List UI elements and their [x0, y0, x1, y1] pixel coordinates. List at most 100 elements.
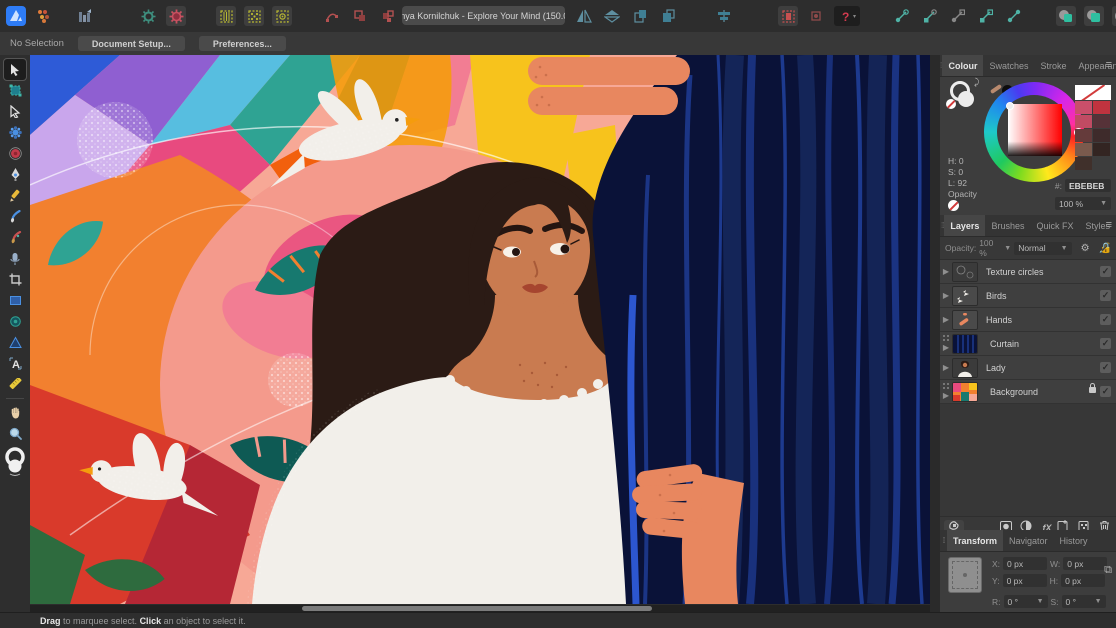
artistic-text-tool[interactable]: A [4, 353, 26, 374]
swatch[interactable] [1093, 101, 1110, 114]
layers-opacity-value[interactable]: 100 % [979, 238, 1001, 258]
snap-toggle-icon-1[interactable] [892, 6, 912, 26]
boolean-divide-icon[interactable] [1112, 6, 1116, 26]
measure-tool[interactable] [4, 374, 26, 395]
swatch[interactable] [1075, 143, 1092, 156]
expand-chevron-icon[interactable]: ▶ [940, 363, 952, 372]
pen-tool[interactable] [4, 164, 26, 185]
corner-tool[interactable] [4, 122, 26, 143]
x-input[interactable]: 0 px [1003, 557, 1047, 570]
expand-chevron-icon[interactable]: ▶ [940, 291, 952, 300]
alignment-icon[interactable] [714, 6, 734, 26]
layer-visibility-checkbox[interactable]: ✓ [1100, 362, 1111, 373]
y-input[interactable]: 0 px [1003, 574, 1047, 587]
snap-toggle-icon-2[interactable] [920, 6, 940, 26]
yellow-grid-icon-1[interactable] [216, 6, 236, 26]
insert-target-icon[interactable] [778, 6, 798, 26]
crop-tool[interactable] [4, 269, 26, 290]
help-icon[interactable]: ? [834, 6, 860, 26]
layer-visibility-checkbox[interactable]: ✓ [1100, 266, 1111, 277]
saturation-square[interactable] [1008, 104, 1062, 156]
tab-navigator[interactable]: Navigator [1003, 530, 1054, 551]
vector-brush-tool[interactable] [4, 206, 26, 227]
rectangle-tool[interactable] [4, 290, 26, 311]
colour-chooser-icon[interactable] [34, 6, 54, 26]
horizontal-scrollbar-thumb[interactable] [302, 606, 652, 611]
rotation-input[interactable]: 0 °▼ [1004, 595, 1048, 608]
layer-thumbnail[interactable] [952, 334, 978, 354]
layer-visibility-checkbox[interactable]: ✓ [1100, 314, 1111, 325]
document-setup-button[interactable]: Document Setup... [78, 36, 185, 51]
tab-swatches[interactable]: Swatches [983, 55, 1034, 76]
fill-tool[interactable] [4, 248, 26, 269]
layer-thumbnail[interactable] [952, 286, 978, 306]
red-node-icon-2[interactable] [350, 6, 370, 26]
yellow-grid-icon-2[interactable] [244, 6, 264, 26]
red-node-icon-1[interactable] [322, 6, 342, 26]
swatch[interactable] [1075, 129, 1092, 142]
layer-name[interactable]: Birds [986, 291, 1007, 301]
none-swatch[interactable] [1075, 85, 1111, 100]
layers-empty-area[interactable] [940, 404, 1116, 516]
panel-menu-icon[interactable]: ≡ [1106, 59, 1112, 72]
ellipse-tool[interactable] [4, 311, 26, 332]
snap-toggle-icon-3[interactable] [948, 6, 968, 26]
tab-brushes[interactable]: Brushes [985, 215, 1030, 236]
shear-input[interactable]: 0 °▼ [1062, 595, 1106, 608]
preferences-button[interactable]: Preferences... [199, 36, 286, 51]
export-persona-icon[interactable] [76, 6, 96, 26]
hex-input[interactable]: EBEBEB [1065, 179, 1111, 192]
layer-name[interactable]: Curtain [990, 339, 1019, 349]
red-node-icon-3[interactable] [378, 6, 398, 26]
artboard-tool[interactable] [4, 80, 26, 101]
layer-name[interactable]: Texture circles [986, 267, 1044, 277]
layer-row-lady[interactable]: ▶ Lady ✓ [940, 356, 1116, 380]
tab-history[interactable]: History [1054, 530, 1094, 551]
layer-name[interactable]: Lady [986, 363, 1006, 373]
tab-colour[interactable]: Colour [942, 55, 983, 76]
insert-inside-icon[interactable] [806, 6, 826, 26]
layer-name[interactable]: Background [990, 387, 1038, 397]
horizontal-scrollbar[interactable] [30, 605, 930, 612]
zoom-tool[interactable] [4, 423, 26, 444]
expand-chevron-icon[interactable]: ▶ [940, 343, 952, 352]
panel-grip[interactable]: ⁞⁞ [940, 536, 947, 545]
layer-locked-icon[interactable] [1089, 387, 1096, 393]
link-dimensions-icon[interactable]: ⧉ [1104, 564, 1112, 577]
swatch[interactable] [1093, 143, 1110, 156]
pencil-tool[interactable] [4, 185, 26, 206]
layer-thumbnail[interactable] [952, 382, 978, 402]
yellow-grid-icon-3[interactable] [272, 6, 292, 26]
layer-row-texture-circles[interactable]: ▶ Texture circles ✓ [940, 260, 1116, 284]
opacity-dropdown[interactable]: 100 %▼ [1055, 197, 1111, 210]
layer-visibility-checkbox[interactable]: ✓ [1100, 338, 1111, 349]
swatch[interactable] [1075, 101, 1092, 114]
document-canvas[interactable] [30, 55, 930, 604]
nofill-swatch[interactable] [948, 200, 959, 211]
layer-lock-icon[interactable]: 🔏 [1099, 243, 1111, 254]
stroke-colour-well[interactable] [958, 91, 974, 107]
document-title[interactable]: Tanya Kornilchuk - Explore Your Mind (15… [402, 6, 565, 25]
teal-gear-icon[interactable] [138, 6, 158, 26]
swatch[interactable] [1093, 115, 1110, 128]
tab-quickfx[interactable]: Quick FX [1030, 215, 1079, 236]
swap-colours-icon[interactable]: ⤸ [974, 77, 979, 88]
boolean-add-icon[interactable] [1056, 6, 1076, 26]
tab-transform[interactable]: Transform [947, 530, 1003, 551]
blend-mode-dropdown[interactable]: Normal▼ [1014, 242, 1071, 255]
h-input[interactable]: 0 px [1061, 574, 1105, 587]
contour-tool[interactable] [4, 143, 26, 164]
paint-brush-tool[interactable] [4, 227, 26, 248]
arrange-backward-icon[interactable] [658, 6, 678, 26]
layer-thumbnail[interactable] [952, 310, 978, 330]
layer-visibility-checkbox[interactable]: ✓ [1100, 290, 1111, 301]
layer-thumbnail[interactable] [952, 262, 978, 282]
tab-stroke[interactable]: Stroke [1034, 55, 1072, 76]
layer-thumbnail[interactable] [952, 358, 978, 378]
swatch[interactable] [1075, 115, 1092, 128]
expand-chevron-icon[interactable]: ▶ [940, 391, 952, 400]
red-gear-icon[interactable] [166, 6, 186, 26]
panel-menu-icon[interactable]: ≡ [1106, 219, 1112, 232]
layer-settings-gear-icon[interactable]: ⚙ [1081, 243, 1090, 254]
expand-chevron-icon[interactable]: ▶ [940, 267, 952, 276]
